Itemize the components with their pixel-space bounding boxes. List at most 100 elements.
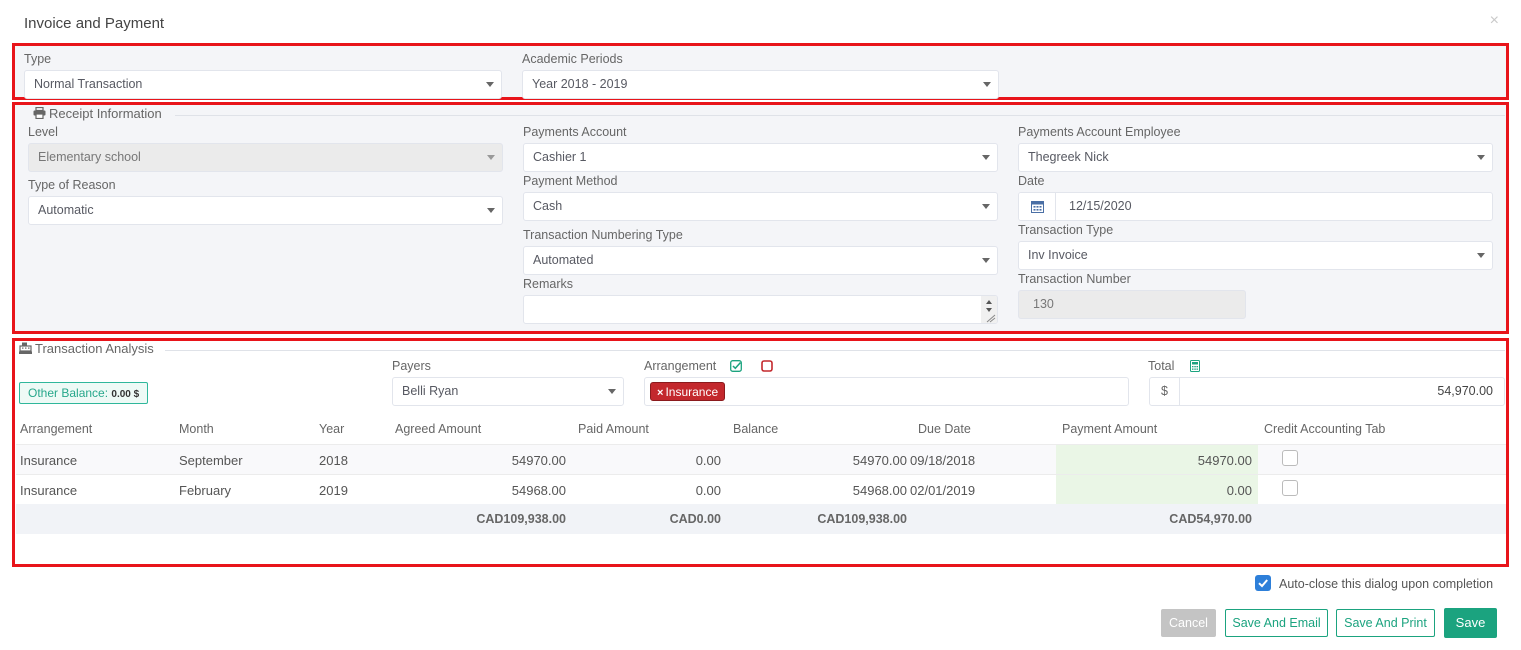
chevron-down-icon	[982, 155, 990, 160]
save-and-print-button[interactable]: Save And Print	[1336, 609, 1435, 637]
chevron-down-icon	[983, 82, 991, 87]
chevron-down-icon	[1477, 253, 1485, 258]
close-icon[interactable]: ×	[1490, 12, 1499, 30]
transaction-number-label: Transaction Number	[1018, 272, 1131, 286]
printer-icon	[33, 106, 46, 120]
chevron-down-icon	[982, 258, 990, 263]
transaction-type-select[interactable]: Inv Invoice	[1018, 241, 1493, 270]
transaction-type-value: Inv Invoice	[1028, 248, 1088, 262]
type-select[interactable]: Normal Transaction	[24, 70, 502, 99]
chevron-down-icon	[487, 208, 495, 213]
remove-tag-icon[interactable]: ×	[657, 387, 663, 399]
level-select[interactable]: Elementary school	[28, 143, 503, 172]
payment-method-label: Payment Method	[523, 174, 618, 188]
cancel-button[interactable]: Cancel	[1161, 609, 1216, 637]
employee-label: Payments Account Employee	[1018, 125, 1181, 139]
remarks-textarea[interactable]	[523, 295, 998, 324]
date-addon[interactable]	[1019, 193, 1056, 220]
cell-agreed-amount: 54968.00	[511, 483, 566, 498]
payers-value: Belli Ryan	[402, 384, 459, 398]
level-label: Level	[28, 125, 58, 139]
col-header-credit-accounting-tab: Credit Accounting Tab	[1264, 422, 1386, 436]
cell-paid-amount: 0.00	[695, 483, 721, 498]
other-balance-badge: Other Balance: 0.00 $	[19, 382, 149, 404]
type-of-reason-value: Automatic	[38, 203, 94, 217]
calendar-icon	[1031, 201, 1044, 213]
cell-payment-amount: 54970.00	[1197, 453, 1252, 468]
academic-periods-select[interactable]: Year 2018 - 2019	[522, 70, 999, 99]
table-row: Insurance February 2019 54968.00 0.00 54…	[16, 474, 1506, 505]
fieldset-divider	[175, 115, 1505, 116]
col-header-month: Month	[179, 422, 214, 436]
analysis-legend: Transaction Analysis	[19, 341, 154, 356]
total-agreed-amount: CAD109,938.00	[476, 512, 566, 526]
total-paid-amount: CAD0.00	[669, 512, 721, 526]
transaction-number-input[interactable]: 130	[1018, 290, 1246, 319]
numbering-type-label: Transaction Numbering Type	[523, 228, 683, 242]
totals-row: CAD109,938.00 CAD0.00 CAD109,938.00 CAD5…	[16, 504, 1506, 534]
total-value: 54,970.00	[1437, 384, 1493, 398]
date-label: Date	[1018, 174, 1045, 188]
payers-label: Payers	[392, 359, 431, 373]
other-balance-label: Other Balance:	[28, 386, 109, 400]
cell-year: 2019	[319, 483, 348, 498]
chevron-down-icon	[486, 82, 494, 87]
analysis-legend-text: Transaction Analysis	[35, 341, 154, 356]
chevron-down-icon	[1477, 155, 1485, 160]
numbering-type-select[interactable]: Automated	[523, 246, 998, 275]
type-select-value: Normal Transaction	[34, 77, 143, 91]
credit-accounting-checkbox[interactable]	[1282, 480, 1298, 496]
employee-value: Thegreek Nick	[1028, 150, 1109, 164]
total-balance: CAD109,938.00	[817, 512, 907, 526]
remarks-label: Remarks	[523, 277, 574, 291]
payments-account-select[interactable]: Cashier 1	[523, 143, 998, 172]
receipt-legend: Receipt Information	[33, 106, 162, 121]
modal-header: Invoice and Payment ×	[0, 0, 1521, 44]
cell-agreed-amount: 54970.00	[511, 453, 566, 468]
col-header-payment-amount: Payment Amount	[1062, 422, 1158, 436]
employee-select[interactable]: Thegreek Nick	[1018, 143, 1493, 172]
col-header-balance: Balance	[733, 422, 779, 436]
col-header-due-date: Due Date	[918, 422, 971, 436]
cell-balance: 54970.00	[852, 453, 907, 468]
autoclose-checkbox[interactable]	[1255, 575, 1271, 591]
cell-month: September	[179, 453, 243, 468]
cell-arrangement: Insurance	[20, 483, 78, 498]
select-all-check-icon[interactable]	[730, 360, 742, 372]
type-of-reason-select[interactable]: Automatic	[28, 196, 503, 225]
total-label: Total	[1148, 359, 1175, 373]
arrangement-tag[interactable]: × Insurance	[650, 382, 726, 401]
transaction-type-label: Transaction Type	[1018, 223, 1114, 237]
cell-month: February	[179, 483, 232, 498]
payment-method-value: Cash	[533, 199, 563, 213]
arrangement-label: Arrangement	[644, 359, 716, 373]
col-header-year: Year	[319, 422, 345, 436]
col-header-paid-amount: Paid Amount	[578, 422, 649, 436]
credit-accounting-checkbox[interactable]	[1282, 450, 1298, 466]
deselect-all-icon[interactable]	[761, 360, 773, 372]
cell-year: 2018	[319, 453, 348, 468]
table-row: Insurance September 2018 54970.00 0.00 5…	[16, 444, 1506, 475]
save-and-email-button[interactable]: Save And Email	[1225, 609, 1328, 637]
checkmark-icon	[1258, 579, 1268, 588]
payments-account-value: Cashier 1	[533, 150, 587, 164]
save-button[interactable]: Save	[1444, 608, 1497, 638]
calculator-icon	[1190, 360, 1200, 372]
date-value: 12/15/2020	[1069, 199, 1132, 213]
cell-paid-amount: 0.00	[695, 453, 721, 468]
payers-select[interactable]: Belli Ryan	[392, 377, 624, 406]
autoclose-label[interactable]: Auto-close this dialog upon completion	[1279, 577, 1493, 591]
resize-handle-icon[interactable]	[981, 296, 997, 323]
date-input[interactable]: 12/15/2020	[1018, 192, 1493, 221]
payment-method-select[interactable]: Cash	[523, 192, 998, 221]
arrangement-label-text: Arrangement	[644, 359, 717, 373]
cell-balance: 54968.00	[852, 483, 907, 498]
other-balance-value: 0.00 $	[111, 389, 140, 400]
total-input[interactable]: $ 54,970.00	[1149, 377, 1505, 406]
cell-arrangement: Insurance	[20, 453, 78, 468]
academic-periods-value: Year 2018 - 2019	[532, 77, 628, 91]
cell-due-date: 02/01/2019	[910, 483, 976, 498]
total-payment-amount: CAD54,970.00	[1169, 512, 1252, 526]
type-label: Type	[24, 52, 52, 66]
currency-addon: $	[1150, 378, 1180, 405]
